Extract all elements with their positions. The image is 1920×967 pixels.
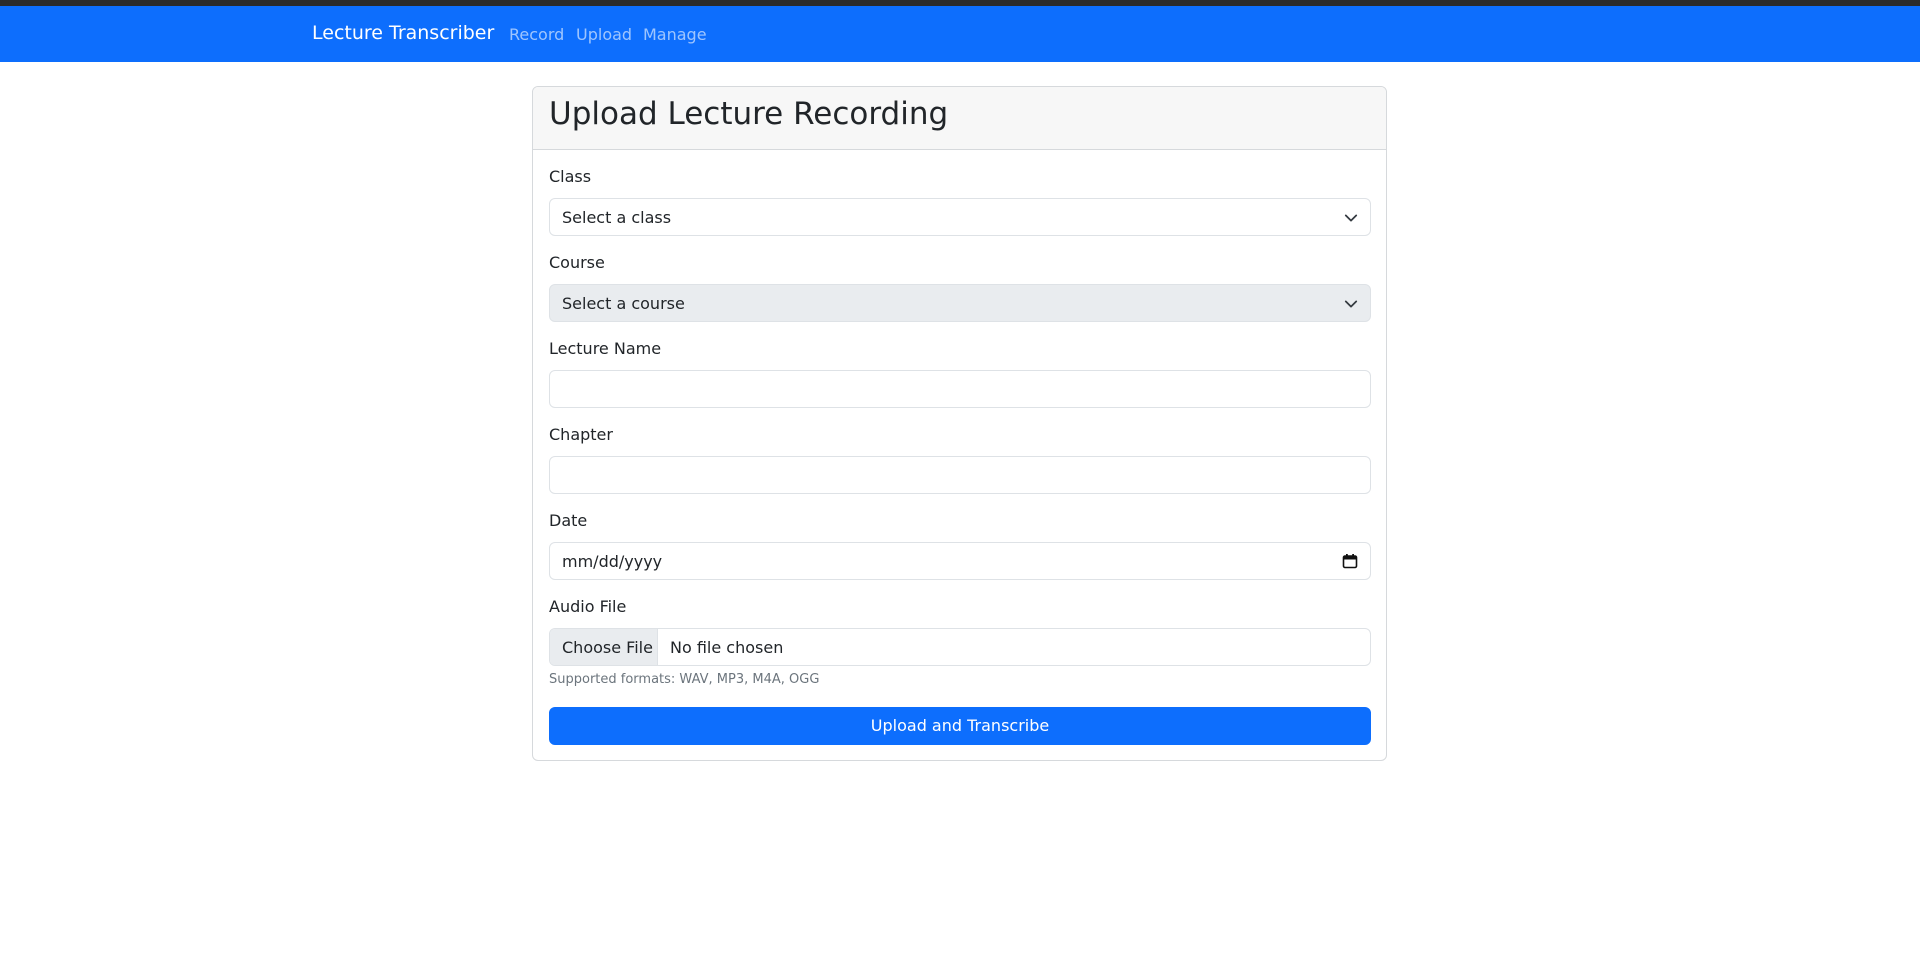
class-select[interactable]: Select a class [549, 198, 1371, 236]
lecture-name-input[interactable] [549, 370, 1371, 408]
chevron-down-icon [1344, 214, 1358, 222]
class-select-value: Select a class [562, 208, 672, 227]
course-label: Course [549, 253, 605, 272]
page-title: Upload Lecture Recording [549, 96, 949, 132]
navbar-brand[interactable]: Lecture Transcriber [312, 22, 494, 44]
date-input[interactable]: mm/dd/yyyy [549, 542, 1371, 580]
navbar: Lecture Transcriber Record Upload Manage [0, 6, 1920, 62]
lecture-name-label: Lecture Name [549, 339, 662, 358]
class-label: Class [549, 167, 592, 186]
date-label: Date [549, 511, 588, 530]
audio-file-input[interactable]: Choose File No file chosen [549, 628, 1371, 666]
nav-link-upload[interactable]: Upload [576, 25, 632, 44]
nav-link-manage[interactable]: Manage [643, 25, 707, 44]
chapter-input[interactable] [549, 456, 1371, 494]
date-placeholder: mm/dd/yyyy [562, 552, 663, 571]
supported-formats-help: Supported formats: WAV, MP3, M4A, OGG [549, 672, 820, 687]
nav-link-record[interactable]: Record [509, 25, 564, 44]
choose-file-button[interactable]: Choose File [550, 629, 658, 665]
upload-card: Upload Lecture Recording Class Select a … [532, 86, 1387, 761]
chapter-label: Chapter [549, 425, 613, 444]
upload-and-transcribe-button[interactable]: Upload and Transcribe [549, 707, 1371, 745]
course-select-value: Select a course [562, 294, 685, 313]
file-status: No file chosen [670, 638, 784, 657]
chevron-down-icon [1344, 300, 1358, 308]
choose-file-label: Choose File [562, 638, 653, 657]
course-select[interactable]: Select a course [549, 284, 1371, 322]
audio-file-label: Audio File [549, 597, 627, 616]
calendar-icon[interactable] [1342, 553, 1358, 569]
card-header: Upload Lecture Recording [533, 87, 1386, 150]
